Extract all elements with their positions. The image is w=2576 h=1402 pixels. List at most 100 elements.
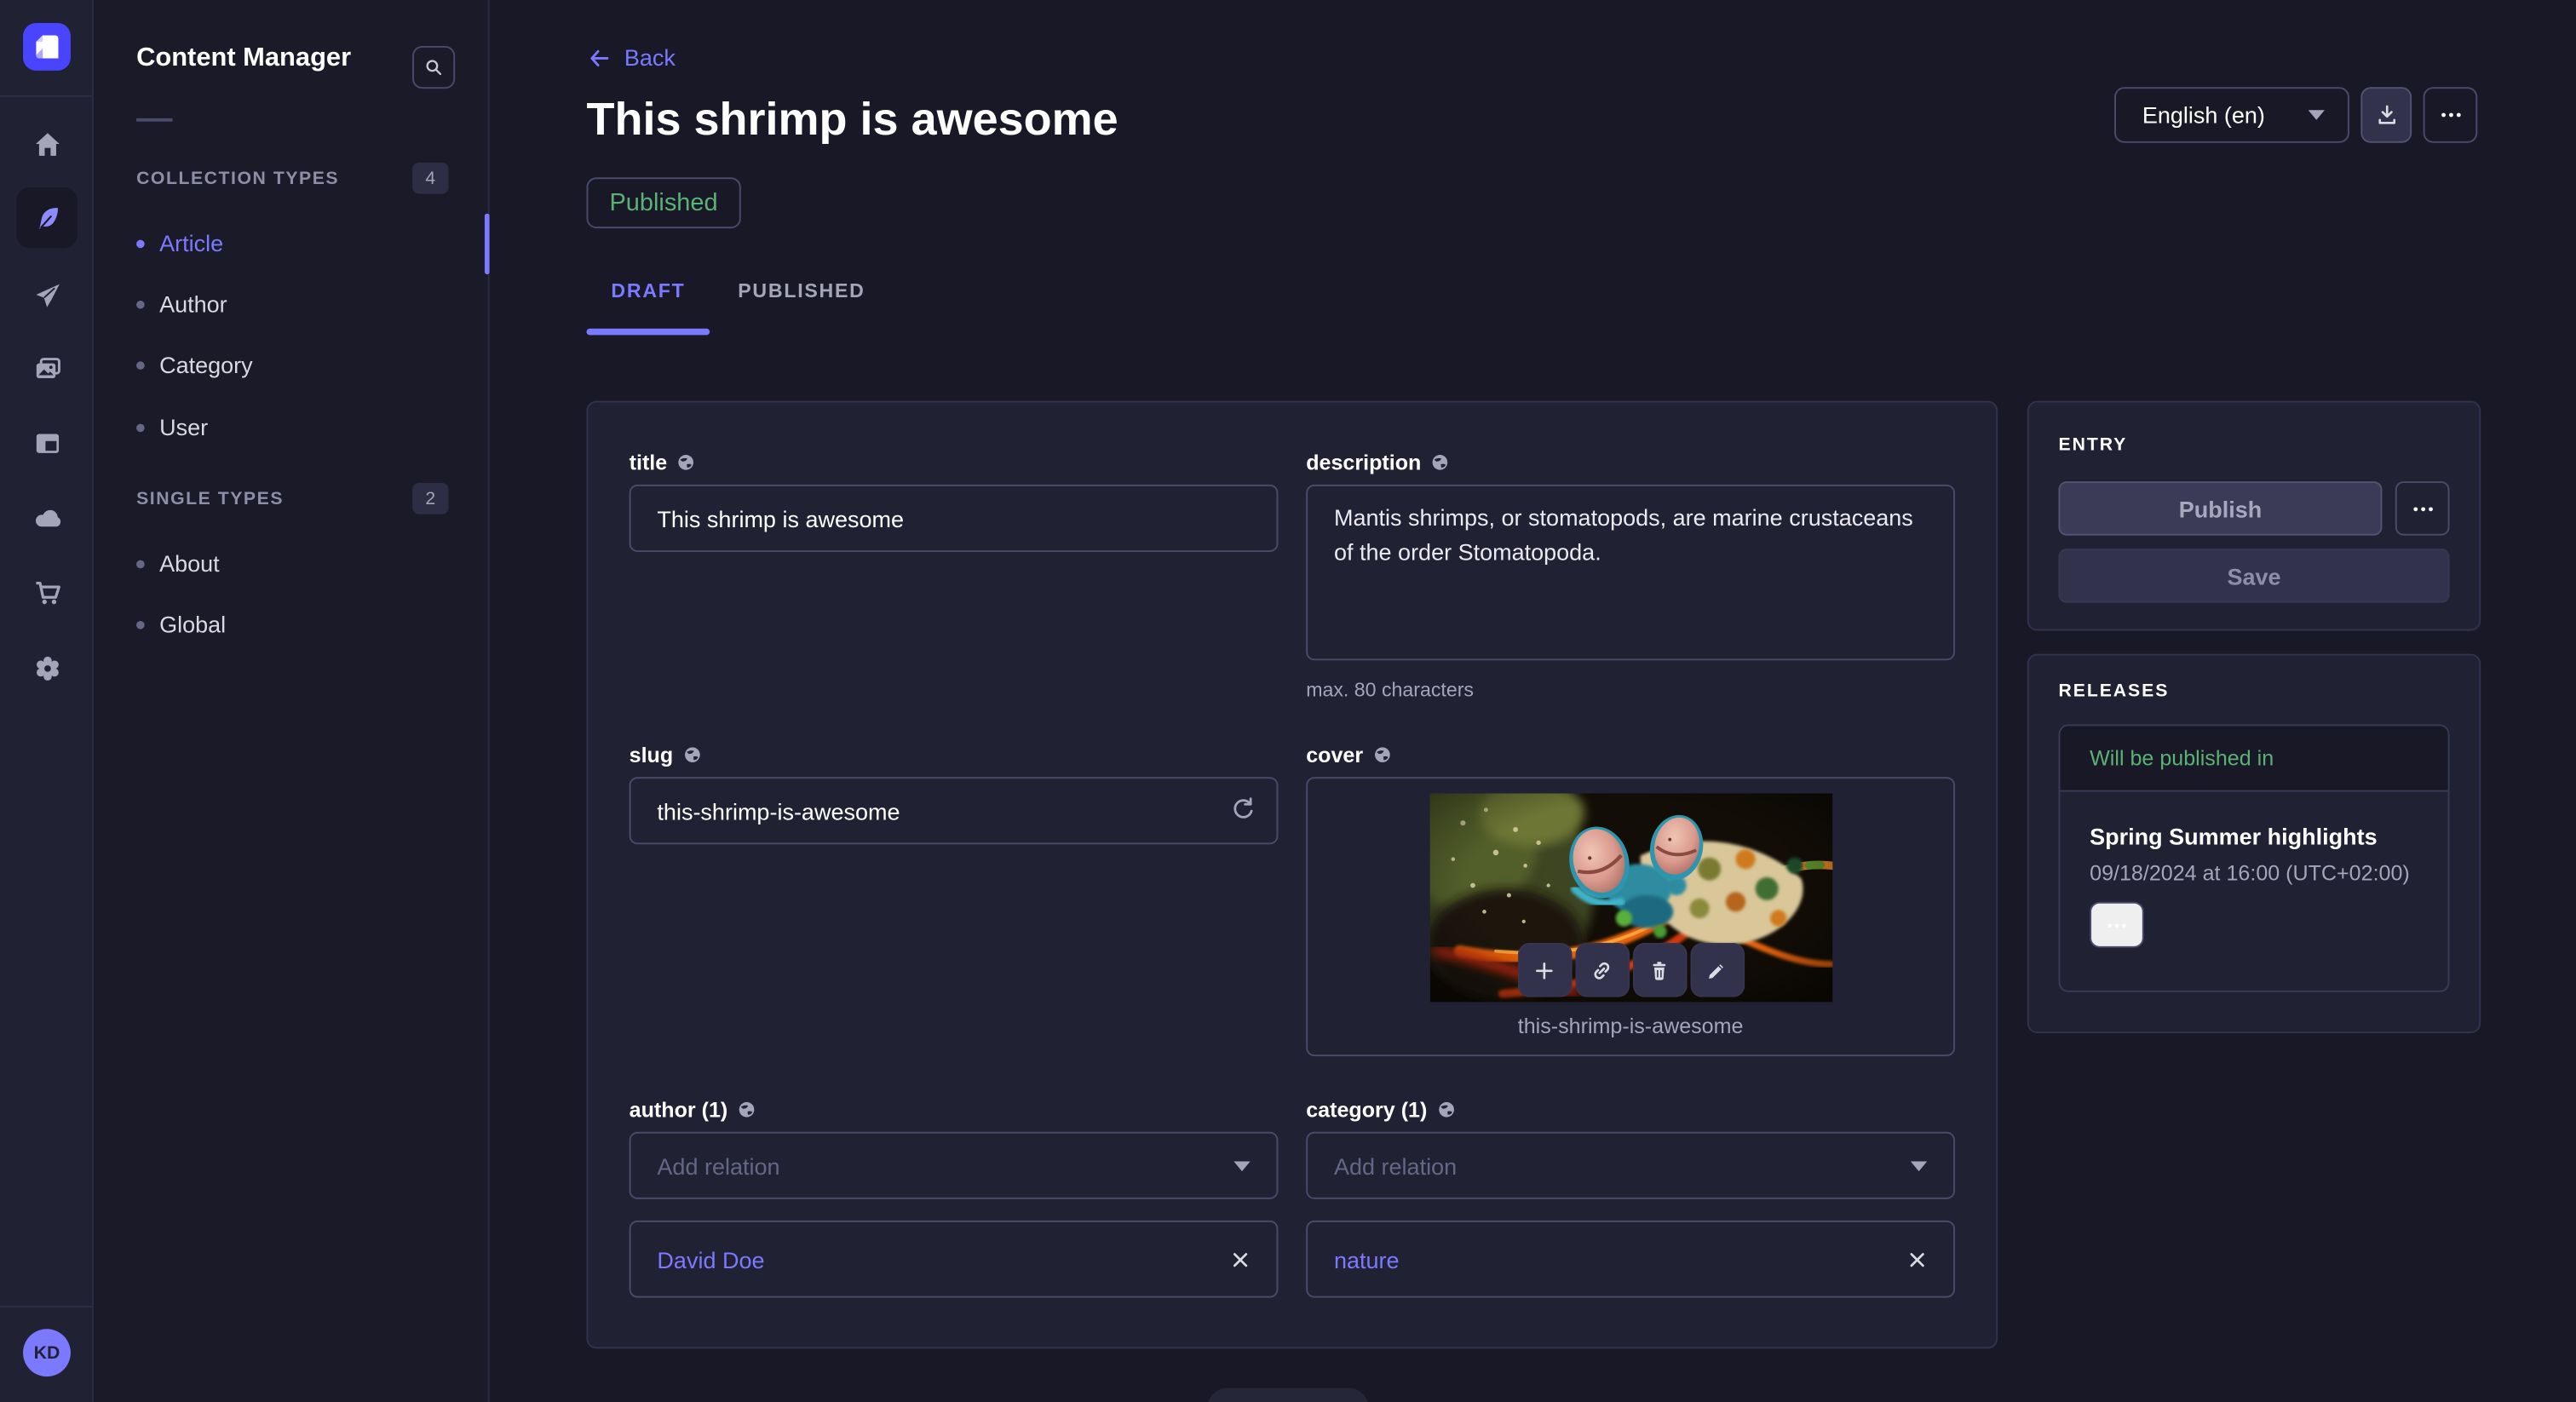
main-content: Back This shrimp is awesome Published En… xyxy=(490,0,2576,1402)
locale-select[interactable]: English (en) xyxy=(2114,87,2349,143)
globe-icon xyxy=(1431,453,1449,471)
subnav-title: Content Manager xyxy=(136,44,351,74)
app: KD Content Manager COLLECTION TYPES 4 Ar… xyxy=(0,0,2576,1402)
title-input[interactable] xyxy=(630,485,1279,552)
category-relation-select[interactable]: Add relation xyxy=(1306,1132,1955,1199)
globe-icon xyxy=(677,453,695,471)
relation-link[interactable]: nature xyxy=(1334,1246,1400,1273)
cart-icon xyxy=(31,576,64,609)
slug-input-wrap xyxy=(630,777,1279,844)
sidebar-item-home[interactable] xyxy=(16,113,77,174)
remove-relation-button[interactable] xyxy=(1230,1250,1250,1269)
subnav: Content Manager COLLECTION TYPES 4 Artic… xyxy=(94,0,490,1402)
tab-label: DRAFT xyxy=(611,279,685,302)
release-more-button[interactable] xyxy=(2090,902,2144,948)
description-helper: max. 80 characters xyxy=(1306,678,1955,701)
edit-asset-button[interactable] xyxy=(1690,943,1745,997)
relation-placeholder: Add relation xyxy=(657,1152,779,1179)
slug-input[interactable] xyxy=(630,777,1279,844)
primary-nav: KD xyxy=(0,0,94,1402)
field-slug: slug xyxy=(630,741,1279,844)
field-label: slug xyxy=(630,741,1279,769)
tab-bar: DRAFT PUBLISHED xyxy=(586,279,889,336)
nav-bottom-divider xyxy=(0,1306,94,1307)
subnav-item-label: Author xyxy=(159,290,227,317)
sidebar-item-content-manager[interactable] xyxy=(16,187,77,248)
globe-icon xyxy=(738,1100,756,1118)
globe-icon xyxy=(1373,746,1391,764)
tab-published[interactable]: PUBLISHED xyxy=(713,279,889,336)
strapi-logo-icon xyxy=(23,23,71,71)
entry-panel: ENTRY Publish Save xyxy=(2027,401,2481,631)
ellipsis-icon xyxy=(2409,495,2435,521)
release-item: Will be published in Spring Summer highl… xyxy=(2058,724,2449,991)
section-single-types: SINGLE TYPES 2 xyxy=(136,483,448,514)
locale-value: English (en) xyxy=(2142,102,2265,129)
back-link[interactable]: Back xyxy=(586,44,675,71)
sidebar-item-user[interactable]: User xyxy=(136,398,488,457)
field-label-text: author (1) xyxy=(630,1097,728,1122)
section-label: SINGLE TYPES xyxy=(136,489,284,509)
release-status: Will be published in xyxy=(2060,726,2447,791)
copy-link-button[interactable] xyxy=(1575,943,1630,997)
close-icon xyxy=(1907,1250,1927,1269)
header-actions: English (en) xyxy=(2114,87,2477,143)
avatar[interactable]: KD xyxy=(23,1329,71,1376)
save-button[interactable]: Save xyxy=(2058,549,2449,603)
count-badge: 4 xyxy=(412,163,448,194)
sidebar-item-deploy[interactable] xyxy=(16,488,77,549)
sidebar-item-article[interactable]: Article xyxy=(136,214,488,273)
tab-label: PUBLISHED xyxy=(738,279,865,302)
release-name[interactable]: Spring Summer highlights xyxy=(2090,823,2418,849)
collapsed-panel-pill[interactable] xyxy=(1207,1388,1368,1402)
more-options-button[interactable] xyxy=(2424,87,2478,143)
sidebar-item-media-library[interactable] xyxy=(16,338,77,399)
delete-asset-button[interactable] xyxy=(1632,943,1687,997)
sidebar-item-releases[interactable] xyxy=(16,264,77,325)
sidebar-item-about[interactable]: About xyxy=(136,534,488,593)
sidebar-item-content-type-builder[interactable] xyxy=(16,412,77,473)
field-author: author (1) Add relation David Doe xyxy=(630,1095,1279,1297)
field-cover: cover xyxy=(1306,741,1955,1056)
sidebar-item-settings[interactable] xyxy=(16,637,77,698)
bullet-icon xyxy=(136,360,145,369)
field-title: title xyxy=(630,448,1279,551)
field-label: cover xyxy=(1306,741,1955,769)
subnav-item-label: About xyxy=(159,550,220,577)
release-body: Spring Summer highlights 09/18/2024 at 1… xyxy=(2060,792,2447,948)
strapi-logo[interactable] xyxy=(23,23,71,71)
publish-button[interactable]: Publish xyxy=(2058,481,2382,536)
section-collection-types: COLLECTION TYPES 4 xyxy=(136,163,448,194)
cover-filename: this-shrimp-is-awesome xyxy=(1308,1014,1953,1038)
layout-icon xyxy=(31,426,64,459)
page-title: This shrimp is awesome xyxy=(586,94,1118,147)
sidebar-item-author[interactable]: Author xyxy=(136,274,488,333)
author-relation-select[interactable]: Add relation xyxy=(630,1132,1279,1199)
add-asset-button[interactable] xyxy=(1517,943,1572,997)
remove-relation-button[interactable] xyxy=(1907,1250,1927,1269)
ellipsis-icon xyxy=(2104,912,2129,937)
nav-divider xyxy=(0,95,94,97)
relation-link[interactable]: David Doe xyxy=(657,1246,764,1273)
tab-draft[interactable]: DRAFT xyxy=(586,279,710,336)
download-button[interactable] xyxy=(2360,87,2412,143)
sidebar-item-marketplace[interactable] xyxy=(16,562,77,623)
regenerate-icon[interactable] xyxy=(1229,795,1257,830)
cloud-icon xyxy=(31,502,64,535)
sidebar-item-global[interactable]: Global xyxy=(136,595,488,653)
pencil-icon xyxy=(1704,957,1730,983)
home-icon xyxy=(31,127,64,160)
globe-icon xyxy=(1437,1100,1455,1118)
subnav-item-label: Category xyxy=(159,352,253,378)
bullet-icon xyxy=(136,300,145,308)
count-badge: 2 xyxy=(412,483,448,514)
entry-actions-row: Publish xyxy=(2058,481,2449,536)
entry-more-button[interactable] xyxy=(2395,481,2450,536)
sidebar-item-category[interactable]: Category xyxy=(136,335,488,394)
search-button[interactable] xyxy=(412,46,455,89)
description-textarea[interactable]: Mantis shrimps, or stomatopods, are mari… xyxy=(1306,485,1955,660)
releases-panel-title: RELEASES xyxy=(2058,681,2449,701)
trash-icon xyxy=(1646,957,1672,983)
ellipsis-icon xyxy=(2437,102,2464,129)
bullet-icon xyxy=(136,423,145,432)
